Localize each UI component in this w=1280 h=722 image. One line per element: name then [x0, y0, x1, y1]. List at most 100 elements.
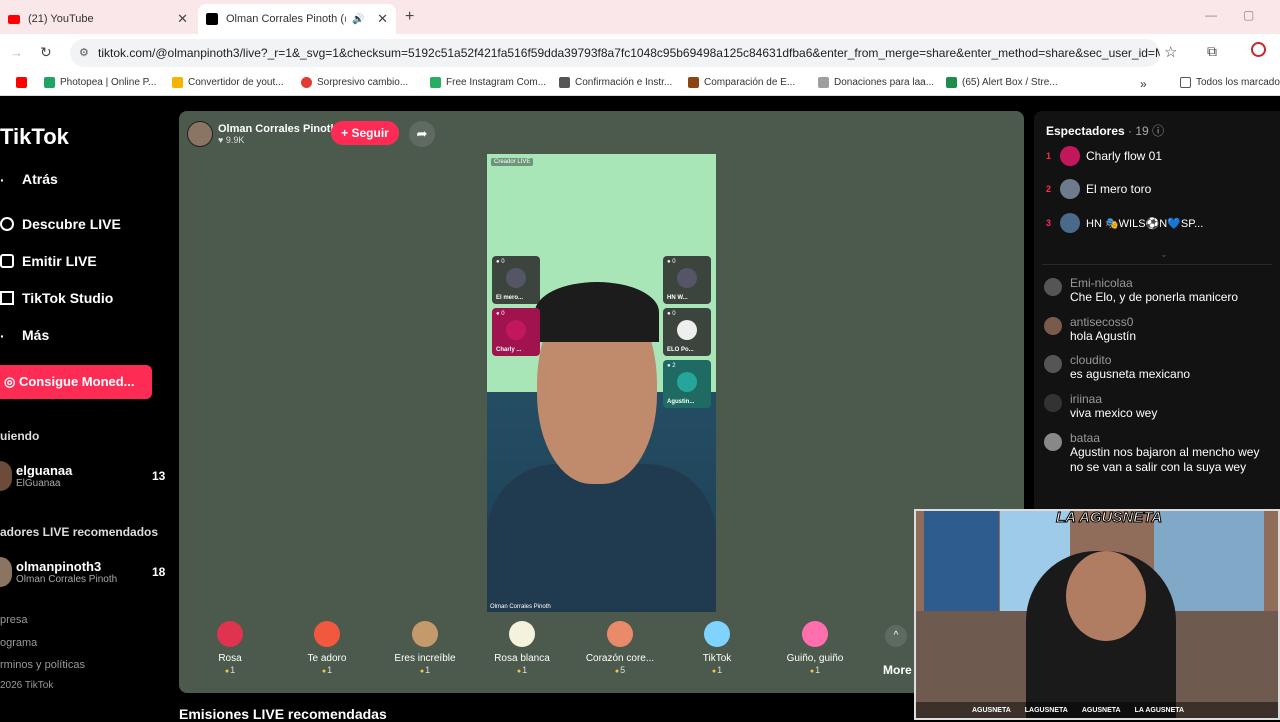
avatar[interactable]	[1044, 278, 1062, 296]
bookmark-convertidor[interactable]: Convertidor de yout...	[172, 77, 284, 88]
nav-more[interactable]: · Más	[0, 327, 49, 344]
tiktok-logo[interactable]: TikTok	[0, 124, 69, 150]
viewers-header[interactable]: Espectadores · 19 ⓘ	[1046, 122, 1164, 139]
minimize-icon[interactable]: —	[1205, 8, 1217, 22]
guest-name: HN W...	[667, 295, 688, 301]
gift-eres-increible[interactable]: Eres increíble1	[385, 621, 465, 675]
tab-youtube[interactable]: (21) YouTube ✕	[0, 4, 196, 34]
host-avatar[interactable]	[187, 121, 213, 147]
webcam-overlay: LA AGUSNETA AGUSNETA LAGUSNETA AGUSNETA …	[914, 509, 1280, 720]
bookmark-alertbox[interactable]: (65) Alert Box / Stre...	[946, 77, 1058, 88]
viewer-row[interactable]: 2 El mero toro	[1046, 179, 1151, 199]
bookmark-comparacion[interactable]: Comparación de E...	[688, 77, 795, 88]
white-rose-icon	[509, 621, 535, 647]
chevron-up-icon[interactable]: ^	[885, 625, 907, 647]
copyright: 2026 TikTok	[0, 680, 54, 691]
stadium-poster	[924, 511, 999, 611]
reload-icon[interactable]: ↻	[40, 44, 52, 61]
footer-link[interactable]: ograma	[0, 637, 37, 649]
bookmark-star-icon[interactable]: ☆	[1164, 43, 1177, 61]
viewer-name: HN 🎭WILS⚽N💙SP...	[1086, 217, 1204, 230]
agusneta-logo: LA AGUSNETA	[1055, 509, 1163, 527]
forward-icon[interactable]: →	[10, 45, 23, 60]
bookmark-confirmacion[interactable]: Confirmación e Instr...	[559, 77, 672, 88]
chat-username[interactable]: cloudito	[1070, 353, 1190, 367]
bookmark-donaciones[interactable]: Donaciones para laa...	[818, 77, 934, 88]
speaker-icon[interactable]: 🔊	[352, 14, 364, 25]
host-likes: ♥ 9.9K	[218, 135, 245, 145]
back-icon: ·	[0, 172, 5, 188]
recommended-header: adores LIVE recomendados	[0, 525, 159, 539]
youtube-bookmark-icon[interactable]	[16, 77, 27, 88]
bookmark-instagram[interactable]: Free Instagram Com...	[430, 77, 546, 88]
avatar[interactable]	[1044, 355, 1062, 373]
profile-icon[interactable]	[1251, 42, 1266, 57]
new-tab-icon[interactable]: +	[405, 8, 414, 26]
bookmark-all[interactable]: Todos los marcado	[1180, 77, 1280, 88]
bookmark-sorpresivo[interactable]: Sorpresivo cambio...	[301, 77, 408, 88]
heart-face-icon	[314, 621, 340, 647]
gift-name: Rosa blanca	[494, 653, 550, 664]
nav-back[interactable]: · Atrás	[0, 171, 58, 188]
viewer-row[interactable]: 3 HN 🎭WILS⚽N💙SP...	[1046, 213, 1203, 233]
guest-slot[interactable]: ● 2 Agustin...	[663, 360, 711, 408]
chevron-right-icon[interactable]: »	[1140, 77, 1147, 91]
close-tab-icon[interactable]: ✕	[377, 11, 388, 27]
bookmark-label: Comparación de E...	[704, 77, 796, 88]
avatar[interactable]	[1044, 394, 1062, 412]
more-gifts-button[interactable]: More	[883, 663, 912, 677]
chat-username[interactable]: Emi-nicolaa	[1070, 276, 1238, 290]
chat-username[interactable]: iriinaa	[1070, 392, 1157, 406]
coin-icon: ◎	[4, 374, 19, 389]
info-icon[interactable]: ⓘ	[1152, 124, 1164, 138]
bookmark-label: Confirmación e Instr...	[575, 77, 673, 88]
viewer-row[interactable]: 1 Charly flow 01	[1046, 146, 1162, 166]
gift-rosa[interactable]: Rosa1	[190, 621, 270, 675]
site-info-icon[interactable]: ⚙	[79, 39, 89, 67]
follow-button[interactable]: + Seguir	[331, 121, 399, 145]
guest-slot[interactable]: ● 0 ELO Po...	[663, 308, 711, 356]
bookmark-label: (65) Alert Box / Stre...	[962, 77, 1058, 88]
chat-message: Emi-nicolaa Che Elo, y de ponerla manicer…	[1044, 276, 1238, 305]
avatar[interactable]	[1044, 317, 1062, 335]
gift-tiktok[interactable]: TikTok1	[677, 621, 757, 675]
chat-text: Che Elo, y de ponerla manicero	[1070, 290, 1239, 304]
close-tab-icon[interactable]: ✕	[177, 11, 188, 27]
get-coins-button[interactable]: ◎ Consigue Moned...	[0, 365, 152, 399]
gift-te-adoro[interactable]: Te adoro1	[287, 621, 367, 675]
url-input[interactable]: ⚙ tiktok.com/@olmanpinoth3/live?_r=1&_sv…	[70, 39, 1160, 67]
chevron-down-icon[interactable]: ⌄	[1160, 249, 1168, 260]
share-icon[interactable]: ➦	[409, 121, 435, 147]
nav-tiktok-studio[interactable]: TikTok Studio	[0, 290, 113, 306]
gift-price: 1	[385, 665, 465, 675]
tab-tiktok-live[interactable]: Olman Corrales Pinoth (@o 🔊 ✕	[198, 4, 396, 34]
bookmark-label: Free Instagram Com...	[446, 77, 547, 88]
following-account[interactable]: elguanaa ElGuanaa 13	[0, 461, 165, 491]
gift-guino[interactable]: Guiño, guiño1	[775, 621, 855, 675]
gift-corazon[interactable]: Corazón core...5	[580, 621, 660, 675]
avatar	[677, 320, 697, 340]
gift-rosa-blanca[interactable]: Rosa blanca1	[482, 621, 562, 675]
bookmark-label: Todos los marcado	[1196, 77, 1280, 88]
live-video[interactable]: Creador LIVE ● 0 El mero... ● 0 Charly ...…	[487, 154, 716, 612]
guest-slot[interactable]: ● 0 El mero...	[492, 256, 540, 304]
host-info[interactable]: Olman Corrales Pinoth ♥ 9.9K	[187, 121, 337, 147]
extensions-icon[interactable]: ⧉	[1207, 43, 1217, 60]
avatar	[677, 268, 697, 288]
restore-icon[interactable]: ▢	[1243, 8, 1254, 22]
camera-icon	[0, 254, 14, 268]
gift-name: TikTok	[702, 653, 732, 664]
nav-discover-live[interactable]: Descubre LIVE	[0, 216, 121, 232]
guest-slot[interactable]: ● 0 HN W...	[663, 256, 711, 304]
chat-username[interactable]: bataa	[1070, 431, 1270, 445]
avatar[interactable]	[1044, 433, 1062, 451]
x-handle: LAGUSNETA	[1024, 706, 1068, 714]
guest-score: ● 0	[496, 311, 505, 317]
bookmark-photopea[interactable]: Photopea | Online P...	[44, 77, 156, 88]
chat-username[interactable]: antisecoss0	[1070, 315, 1136, 329]
recommended-account[interactable]: olmanpinoth3 Olman Corrales Pinoth 18	[0, 557, 165, 587]
nav-go-live[interactable]: Emitir LIVE	[0, 253, 97, 269]
guest-slot[interactable]: ● 0 Charly ...	[492, 308, 540, 356]
footer-link[interactable]: rminos y políticas	[0, 659, 85, 671]
footer-link[interactable]: presa	[0, 614, 28, 626]
